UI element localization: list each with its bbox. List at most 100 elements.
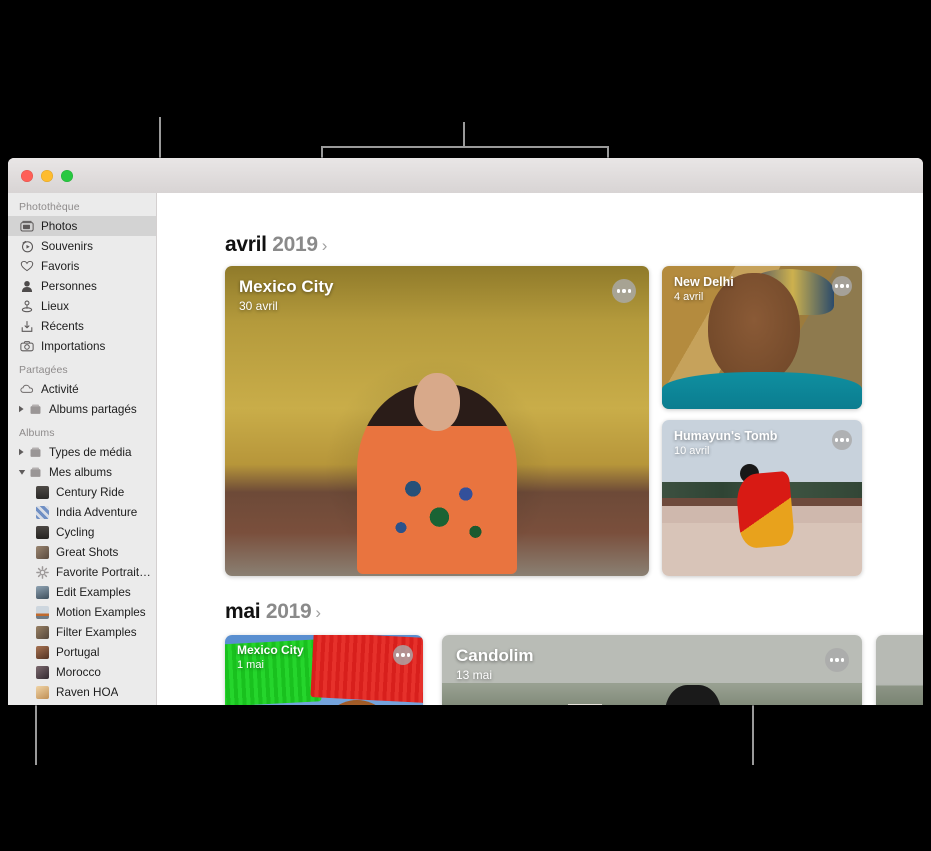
sidebar-item-types-de-media[interactable]: Types de média — [8, 442, 156, 462]
sidebar-album-raven-hoa[interactable]: Raven HOA — [8, 682, 156, 702]
sidebar-item-recents[interactable]: Récents — [8, 316, 156, 336]
photo-card-title: Mexico City — [239, 277, 334, 296]
sidebar-album-label: Edit Examples — [56, 585, 131, 599]
photo-art — [662, 371, 862, 409]
sidebar-album-great-shots[interactable]: Great Shots — [8, 542, 156, 562]
chevron-right-icon[interactable] — [17, 405, 26, 413]
album-thumbnail — [36, 645, 49, 659]
photo-card-date: 13 mai — [456, 668, 493, 682]
sidebar-item-mes-albums[interactable]: Mes albums — [8, 462, 156, 482]
photo-card-candolim[interactable]: Candolim 13 mai — [442, 635, 862, 705]
photo-card-date: 4 avril — [674, 291, 704, 303]
sidebar-item-souvenirs[interactable]: Souvenirs — [8, 236, 156, 256]
sidebar-album-label: Cycling — [56, 525, 95, 539]
sidebar-item-favoris[interactable]: Favoris — [8, 256, 156, 276]
sidebar-album-india-adventure[interactable]: India Adventure — [8, 502, 156, 522]
more-options-button[interactable] — [393, 645, 413, 665]
window-toolbar — [8, 158, 923, 194]
sidebar-album-motion-examples[interactable]: Motion Examples — [8, 602, 156, 622]
sidebar-item-importations[interactable]: Importations — [8, 336, 156, 356]
traffic-lights — [21, 169, 73, 182]
annotated-screenshot: Années Mois Jours Toutes les photos — [0, 0, 931, 851]
sidebar[interactable]: Photothèque Photos Souvenirs Favoris Per… — [8, 193, 157, 705]
more-options-button[interactable] — [825, 648, 849, 672]
photo-art — [414, 373, 460, 432]
minimize-button[interactable] — [41, 169, 53, 182]
album-thumbnail — [36, 665, 49, 679]
photo-card-new-delhi[interactable]: New Delhi 4 avril — [662, 266, 862, 409]
sidebar-albums-callout-stem — [35, 705, 37, 765]
recents-download-icon — [19, 319, 35, 333]
more-options-button[interactable] — [612, 279, 636, 303]
folder-icon — [27, 402, 43, 416]
month-year: 2019 — [272, 233, 318, 256]
photo-grid[interactable]: avril 2019 › Mexico City 30 avril New Del… — [157, 193, 923, 705]
sidebar-item-personnes[interactable]: Personnes — [8, 276, 156, 296]
photo-card-title: Mexico City — [237, 643, 304, 657]
sidebar-album-morocco[interactable]: Morocco — [8, 662, 156, 682]
chevron-down-icon[interactable] — [17, 469, 26, 476]
close-button[interactable] — [21, 169, 33, 182]
album-thumbnail — [36, 585, 49, 599]
sidebar-item-label: Souvenirs — [41, 239, 93, 253]
photo-art — [568, 703, 602, 705]
sidebar-album-label: Portugal — [56, 645, 100, 659]
sidebar-item-label: Types de média — [49, 445, 132, 459]
sidebar-item-lieux[interactable]: Lieux — [8, 296, 156, 316]
sidebar-album-filter-examples[interactable]: Filter Examples — [8, 622, 156, 642]
photo-card-date: 10 avril — [674, 445, 710, 457]
sidebar-album-4th-of-july[interactable]: 4th of July — [8, 702, 156, 705]
album-thumbnail — [36, 625, 49, 639]
month-header-mai[interactable]: mai 2019 › — [225, 600, 321, 624]
photo-card-mexico-city-mai[interactable]: Mexico City 1 mai — [225, 635, 423, 705]
more-options-button[interactable] — [832, 430, 852, 450]
sidebar-album-label: Filter Examples — [56, 625, 137, 639]
sidebar-album-portugal[interactable]: Portugal — [8, 642, 156, 662]
month-name: avril — [225, 233, 267, 256]
sidebar-album-label: Great Shots — [56, 545, 119, 559]
photo-card-mexico-city-avril[interactable]: Mexico City 30 avril — [225, 266, 649, 576]
view-modes-callout-stem — [463, 122, 465, 147]
sidebar-album-label: India Adventure — [56, 505, 138, 519]
sidebar-album-edit-examples[interactable]: Edit Examples — [8, 582, 156, 602]
cloud-icon — [19, 382, 35, 396]
month-name: mai — [225, 600, 261, 623]
photo-art — [442, 685, 862, 705]
sidebar-album-label: Raven HOA — [56, 685, 119, 699]
sidebar-item-label: Importations — [41, 339, 106, 353]
sidebar-item-albums-partages[interactable]: Albums partagés — [8, 399, 156, 419]
album-thumbnail — [36, 505, 49, 519]
photos-icon — [19, 219, 35, 233]
sidebar-album-century-ride[interactable]: Century Ride — [8, 482, 156, 502]
sidebar-item-label: Mes albums — [49, 465, 113, 479]
heart-icon — [19, 259, 35, 273]
sidebar-item-activite[interactable]: Activité — [8, 379, 156, 399]
sidebar-section-title-library: Photothèque — [19, 201, 80, 213]
photo-card-date: 1 mai — [237, 659, 264, 671]
sidebar-album-favorite-portraits[interactable]: Favorite Portrait… — [8, 562, 156, 582]
photo-art — [734, 470, 796, 550]
sidebar-item-label: Lieux — [41, 299, 69, 313]
more-options-button[interactable] — [832, 276, 852, 296]
month-year: 2019 — [265, 600, 312, 623]
album-thumbnail — [36, 545, 49, 559]
sidebar-album-label: Morocco — [56, 665, 101, 679]
photo-card-partial[interactable] — [876, 635, 923, 705]
photo-card-title: New Delhi — [674, 275, 734, 289]
chevron-right-icon[interactable]: › — [315, 603, 321, 622]
photo-art — [876, 683, 923, 705]
sidebar-item-label: Personnes — [41, 279, 97, 293]
sidebar-item-label: Favoris — [41, 259, 80, 273]
chevron-right-icon[interactable] — [17, 448, 26, 456]
album-thumbnail — [36, 685, 49, 699]
month-header-avril[interactable]: avril 2019 › — [225, 233, 327, 257]
memories-icon — [19, 239, 35, 253]
photo-card-humayuns-tomb[interactable]: Humayun's Tomb 10 avril — [662, 420, 862, 576]
sidebar-album-label: Century Ride — [56, 485, 125, 499]
sidebar-item-photos[interactable]: Photos — [8, 216, 156, 236]
zoom-button[interactable] — [61, 169, 73, 182]
chevron-right-icon[interactable]: › — [322, 236, 328, 255]
sidebar-album-cycling[interactable]: Cycling — [8, 522, 156, 542]
sidebar-item-label: Activité — [41, 382, 79, 396]
sidebar-section-title-shared: Partagées — [19, 364, 68, 376]
